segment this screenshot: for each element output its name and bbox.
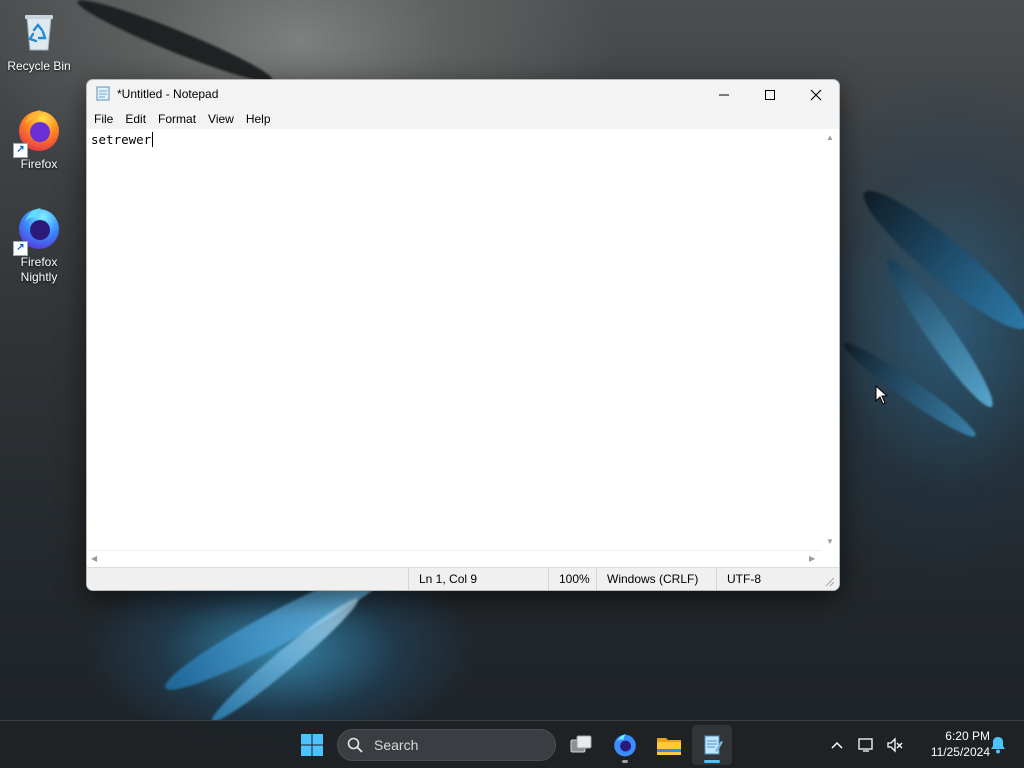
recycle-bin-icon [15, 8, 63, 56]
menu-format[interactable]: Format [156, 112, 201, 126]
mouse-cursor-icon [875, 385, 889, 405]
wallpaper-feather [73, 0, 277, 91]
taskbar-search-box[interactable]: Search [337, 729, 556, 761]
notepad-icon [96, 86, 110, 101]
resize-grip-icon[interactable] [825, 577, 835, 587]
task-view-icon [570, 735, 592, 753]
taskbar-notepad[interactable] [692, 725, 732, 765]
close-button[interactable] [793, 80, 839, 109]
window-title: *Untitled - Notepad [117, 87, 219, 101]
menu-edit[interactable]: Edit [123, 112, 151, 126]
maximize-button[interactable] [747, 80, 793, 109]
desktop-icon-label: Firefox [20, 157, 58, 171]
windows-logo-icon [301, 734, 323, 756]
status-cursor-position: Ln 1, Col 9 [408, 568, 548, 590]
firefox-nightly-icon: ↗ [13, 204, 63, 256]
file-explorer-icon [657, 738, 681, 755]
minimize-icon [719, 94, 729, 95]
speaker-muted-icon [887, 737, 903, 753]
desktop-icon-recycle-bin[interactable]: Recycle Bin [2, 8, 76, 74]
menu-file[interactable]: File [92, 112, 118, 126]
scroll-up-arrow-icon[interactable]: ▲ [826, 133, 834, 142]
horizontal-scrollbar[interactable]: ◀ ▶ [87, 550, 822, 567]
network-button[interactable] [852, 725, 882, 765]
scroll-down-arrow-icon[interactable]: ▼ [826, 537, 834, 546]
taskbar: Search 6:20 PM 11/25/2024 [0, 720, 1024, 768]
editor-content: setrewer [91, 132, 152, 147]
search-icon [347, 737, 363, 756]
volume-button[interactable] [880, 725, 910, 765]
bell-icon [991, 737, 1005, 754]
close-icon [810, 89, 822, 100]
status-line-endings: Windows (CRLF) [596, 568, 716, 590]
vertical-scrollbar[interactable]: ▲ ▼ [822, 129, 839, 550]
menu-help[interactable]: Help [244, 112, 276, 126]
task-view-button[interactable] [561, 725, 601, 765]
menu-bar: File Edit Format View Help [87, 109, 839, 129]
network-icon [858, 738, 873, 752]
desktop: Recycle Bin ↗ Firefox ↗ Firefox Nightly … [0, 0, 1024, 768]
search-placeholder: Search [374, 737, 419, 753]
running-indicator [622, 760, 628, 763]
shortcut-arrow-icon: ↗ [13, 241, 28, 256]
minimize-button[interactable] [701, 80, 747, 109]
clock-time: 6:20 PM [945, 729, 990, 743]
title-bar[interactable]: *Untitled - Notepad [87, 80, 839, 109]
status-bar: Ln 1, Col 9 100% Windows (CRLF) UTF-8 [87, 567, 839, 590]
text-caret [152, 132, 154, 147]
desktop-icon-label: Recycle Bin [7, 59, 71, 73]
notifications-button[interactable] [986, 725, 1010, 765]
desktop-icon-label: Firefox Nightly [20, 255, 58, 284]
show-hidden-icons-button[interactable] [818, 725, 856, 765]
status-encoding: UTF-8 [716, 568, 826, 590]
firefox-nightly-icon [614, 734, 636, 757]
active-indicator [704, 760, 720, 763]
menu-view[interactable]: View [206, 112, 239, 126]
maximize-icon [765, 89, 775, 100]
status-zoom: 100% [548, 568, 596, 590]
firefox-icon: ↗ [13, 106, 63, 158]
desktop-icon-firefox[interactable]: ↗ Firefox [2, 106, 76, 172]
notepad-icon [704, 735, 723, 755]
taskbar-firefox-nightly[interactable] [605, 725, 645, 765]
taskbar-file-explorer[interactable] [649, 725, 689, 765]
scroll-right-arrow-icon[interactable]: ▶ [809, 554, 815, 563]
desktop-icon-firefox-nightly[interactable]: ↗ Firefox Nightly [2, 204, 76, 285]
clock-date: 11/25/2024 [930, 745, 990, 759]
start-button[interactable] [292, 725, 332, 765]
text-editor-area[interactable]: setrewer [87, 129, 822, 550]
scroll-left-arrow-icon[interactable]: ◀ [91, 554, 97, 563]
notepad-window: *Untitled - Notepad File Edit Format Vie… [86, 79, 840, 591]
shortcut-arrow-icon: ↗ [13, 143, 28, 158]
chevron-up-icon [831, 741, 843, 749]
system-clock[interactable]: 6:20 PM 11/25/2024 [912, 728, 990, 760]
